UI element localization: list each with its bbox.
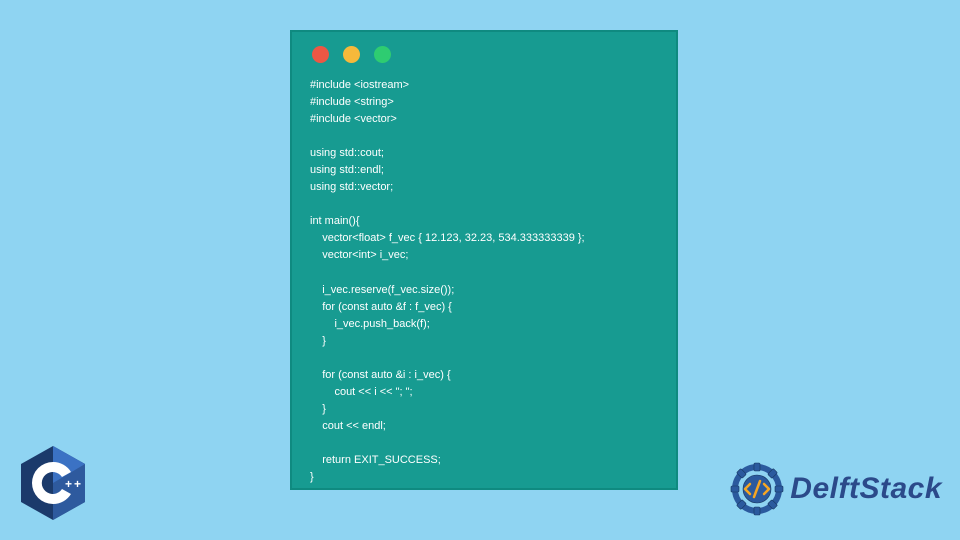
maximize-icon[interactable] bbox=[374, 46, 391, 63]
minimize-icon[interactable] bbox=[343, 46, 360, 63]
delftstack-logo: DelftStack bbox=[730, 462, 942, 516]
delftstack-label: DelftStack bbox=[790, 472, 942, 506]
window-controls bbox=[312, 46, 658, 63]
gear-icon bbox=[730, 462, 784, 516]
svg-text:+: + bbox=[65, 477, 72, 491]
code-window: #include <iostream> #include <string> #i… bbox=[290, 30, 678, 490]
code-block: #include <iostream> #include <string> #i… bbox=[310, 77, 658, 486]
svg-text:+: + bbox=[74, 477, 81, 491]
close-icon[interactable] bbox=[312, 46, 329, 63]
cpp-logo-icon: + + bbox=[18, 444, 88, 522]
